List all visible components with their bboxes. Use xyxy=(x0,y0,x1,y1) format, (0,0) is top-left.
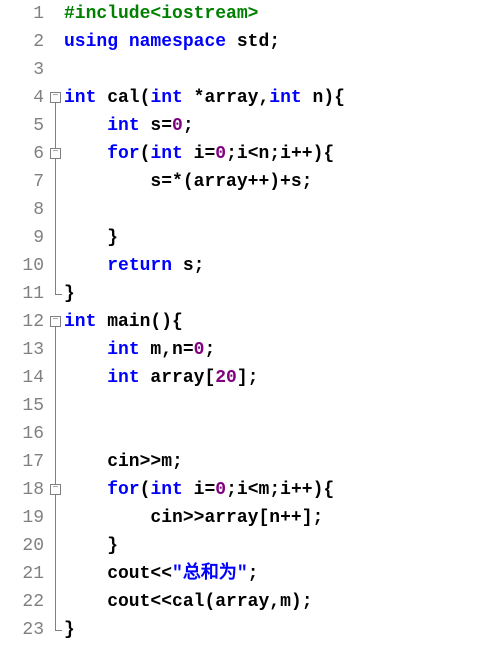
fold-toggle-icon[interactable]: − xyxy=(50,316,61,327)
line-number: 13 xyxy=(0,336,48,364)
fold-gutter xyxy=(48,224,64,252)
code-content: } xyxy=(64,280,75,308)
fold-toggle-icon[interactable]: − xyxy=(50,92,61,103)
line-number: 11 xyxy=(0,280,48,308)
line-number: 2 xyxy=(0,28,48,56)
code-content: int main(){ xyxy=(64,308,183,336)
code-line: 10 return s; xyxy=(0,252,500,280)
code-line: 18− for(int i=0;i<m;i++){ xyxy=(0,476,500,504)
fold-gutter xyxy=(48,56,64,84)
code-line: 23} xyxy=(0,616,500,644)
line-number: 21 xyxy=(0,560,48,588)
code-line: 17 cin>>m; xyxy=(0,448,500,476)
fold-gutter xyxy=(48,168,64,196)
line-number: 12 xyxy=(0,308,48,336)
code-content: #include<iostream> xyxy=(64,0,258,28)
fold-gutter: − xyxy=(48,476,64,504)
fold-gutter xyxy=(48,448,64,476)
fold-gutter xyxy=(48,28,64,56)
code-line: 13 int m,n=0; xyxy=(0,336,500,364)
fold-gutter xyxy=(48,112,64,140)
code-content: return s; xyxy=(64,252,204,280)
code-editor: 1 #include<iostream> 2 using namespace std;… xyxy=(0,0,500,644)
fold-gutter: − xyxy=(48,84,64,112)
line-number: 17 xyxy=(0,448,48,476)
code-content: int m,n=0; xyxy=(64,336,215,364)
code-line: 20 } xyxy=(0,532,500,560)
code-content: cout<<cal(array,m); xyxy=(64,588,313,616)
line-number: 8 xyxy=(0,196,48,224)
code-content: } xyxy=(64,532,118,560)
code-line: 19 cin>>array[n++]; xyxy=(0,504,500,532)
line-number: 4 xyxy=(0,84,48,112)
code-line: 3 xyxy=(0,56,500,84)
code-line: 2 using namespace std; xyxy=(0,28,500,56)
code-content: int s=0; xyxy=(64,112,194,140)
code-content: int cal(int *array,int n){ xyxy=(64,84,345,112)
code-line: 15 xyxy=(0,392,500,420)
fold-gutter xyxy=(48,532,64,560)
code-content: cin>>m; xyxy=(64,448,183,476)
line-number: 23 xyxy=(0,616,48,644)
code-line: 6− for(int i=0;i<n;i++){ xyxy=(0,140,500,168)
line-number: 22 xyxy=(0,588,48,616)
code-line: 4−int cal(int *array,int n){ xyxy=(0,84,500,112)
line-number: 7 xyxy=(0,168,48,196)
fold-gutter xyxy=(48,364,64,392)
code-content: s=*(array++)+s; xyxy=(64,168,312,196)
code-content: } xyxy=(64,224,118,252)
fold-gutter xyxy=(48,504,64,532)
line-number: 10 xyxy=(0,252,48,280)
line-number: 1 xyxy=(0,0,48,28)
line-number: 6 xyxy=(0,140,48,168)
code-content: cin>>array[n++]; xyxy=(64,504,323,532)
code-line: 7 s=*(array++)+s; xyxy=(0,168,500,196)
code-content: for(int i=0;i<n;i++){ xyxy=(64,140,334,168)
fold-gutter xyxy=(48,560,64,588)
fold-toggle-icon[interactable]: − xyxy=(50,148,61,159)
code-content: using namespace std; xyxy=(64,28,280,56)
line-number: 20 xyxy=(0,532,48,560)
fold-gutter xyxy=(48,616,64,644)
code-line: 14 int array[20]; xyxy=(0,364,500,392)
fold-gutter xyxy=(48,280,64,308)
fold-gutter: − xyxy=(48,308,64,336)
line-number: 5 xyxy=(0,112,48,140)
code-line: 8 xyxy=(0,196,500,224)
code-content: } xyxy=(64,616,75,644)
fold-gutter xyxy=(48,0,64,28)
line-number: 9 xyxy=(0,224,48,252)
code-content: cout<<"总和为"; xyxy=(64,560,258,588)
code-line: 22 cout<<cal(array,m); xyxy=(0,588,500,616)
fold-gutter xyxy=(48,196,64,224)
fold-gutter xyxy=(48,252,64,280)
code-line: 11} xyxy=(0,280,500,308)
fold-gutter xyxy=(48,420,64,448)
code-line: 9 } xyxy=(0,224,500,252)
code-line: 21 cout<<"总和为"; xyxy=(0,560,500,588)
code-line: 12−int main(){ xyxy=(0,308,500,336)
line-number: 14 xyxy=(0,364,48,392)
code-line: 5 int s=0; xyxy=(0,112,500,140)
fold-gutter xyxy=(48,336,64,364)
code-line: 1 #include<iostream> xyxy=(0,0,500,28)
code-content: for(int i=0;i<m;i++){ xyxy=(64,476,334,504)
fold-toggle-icon[interactable]: − xyxy=(50,484,61,495)
line-number: 19 xyxy=(0,504,48,532)
fold-gutter: − xyxy=(48,140,64,168)
code-line: 16 xyxy=(0,420,500,448)
line-number: 18 xyxy=(0,476,48,504)
fold-gutter xyxy=(48,392,64,420)
code-content: int array[20]; xyxy=(64,364,258,392)
line-number: 3 xyxy=(0,56,48,84)
fold-gutter xyxy=(48,588,64,616)
line-number: 15 xyxy=(0,392,48,420)
line-number: 16 xyxy=(0,420,48,448)
